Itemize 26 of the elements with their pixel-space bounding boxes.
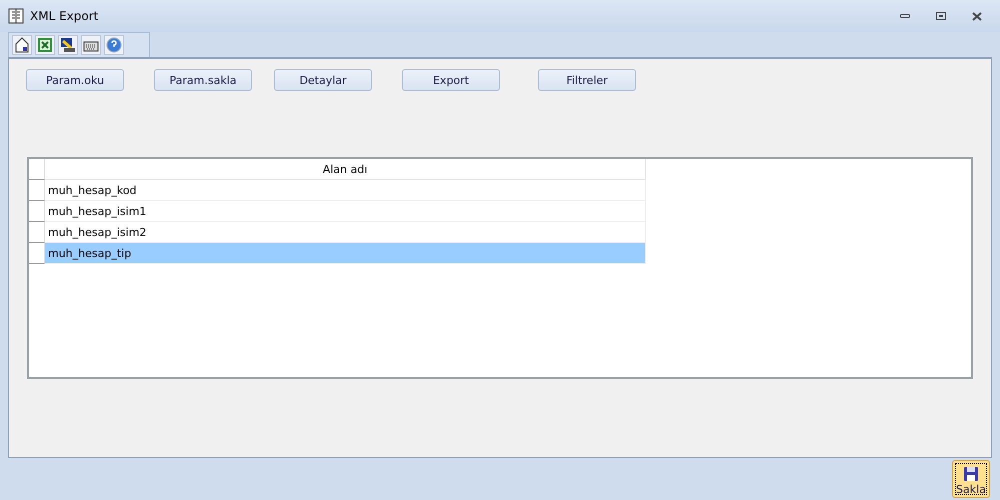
action-button[interactable]: Detaylar [274, 69, 372, 91]
spreadsheet-icon [37, 37, 53, 53]
table-cell[interactable]: muh_hesap_tip [45, 243, 646, 264]
save-button[interactable]: Sakla [952, 460, 990, 498]
action-button[interactable]: Export [402, 69, 500, 91]
toolbar-button[interactable] [58, 35, 78, 55]
house-icon [15, 37, 29, 53]
help-icon [106, 37, 122, 53]
row-indicator[interactable] [29, 243, 45, 264]
minimize-icon [900, 14, 910, 18]
action-button[interactable]: Param.oku [26, 69, 124, 91]
table-cell[interactable]: muh_hesap_isim1 [45, 201, 646, 222]
row-indicator[interactable] [29, 180, 45, 201]
row-indicator[interactable] [29, 201, 45, 222]
toolbar-button[interactable] [81, 35, 101, 55]
table-cell[interactable]: muh_hesap_kod [45, 180, 646, 201]
toolbar-button[interactable] [35, 35, 55, 55]
window-title: XML Export [30, 9, 100, 23]
action-button[interactable]: Param.sakla [154, 69, 252, 91]
app-icon [8, 8, 24, 24]
toolbar-button[interactable] [12, 35, 32, 55]
close-icon [972, 12, 982, 20]
maximize-icon [936, 12, 946, 20]
row-indicator[interactable] [29, 222, 45, 243]
action-button[interactable]: Filtreler [538, 69, 636, 91]
table-cell[interactable]: muh_hesap_isim2 [45, 222, 646, 243]
